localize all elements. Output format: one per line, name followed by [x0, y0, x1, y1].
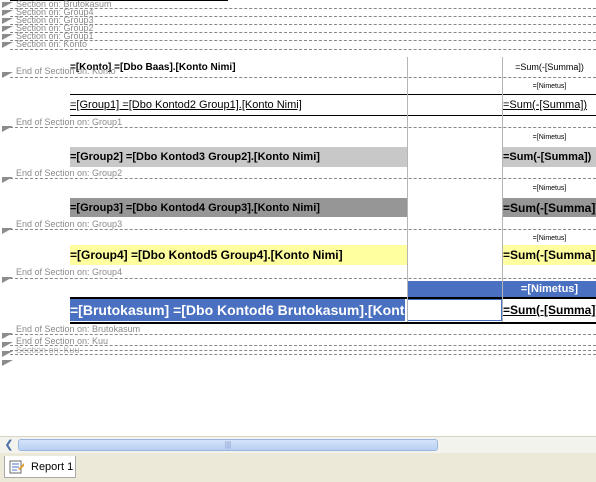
section-marker-icon[interactable] [2, 42, 13, 48]
report-design-area[interactable]: Section on: Brutokasum Section on: Group… [0, 0, 596, 436]
section-footer-group1[interactable]: End of Section on: Group1 [16, 118, 122, 127]
konto-field[interactable]: =[Konto] =[Dbo Baas].[Konto Nimi] [70, 57, 407, 77]
scrollbar-thumb[interactable]: ||| [18, 439, 438, 451]
scroll-left-icon[interactable]: ❮ [2, 438, 16, 452]
group2-sum-field[interactable]: =Sum(-[Summa]) [503, 147, 596, 167]
brutokasum-sum-field[interactable]: =Sum(-[Summa]) [503, 299, 596, 321]
section-separator [10, 49, 596, 50]
section-separator [10, 350, 596, 351]
brutokasum-label-row: =[Nimetus] [70, 281, 596, 297]
section-marker-icon[interactable] [2, 2, 13, 8]
brutokasum-field[interactable]: =[Brutokasum] =[Dbo Kontod6 Brutokasum].… [70, 299, 405, 321]
group3-field[interactable]: =[Group3] =[Dbo Kontod4 Group3].[Konto N… [70, 198, 407, 217]
empty-cell[interactable] [408, 57, 502, 77]
section-separator [10, 334, 596, 335]
tab-label: Report 1 [31, 460, 74, 473]
section-footer-group3[interactable]: End of Section on: Group3 [16, 220, 122, 229]
section-marker-icon[interactable] [2, 18, 13, 24]
band-border [70, 115, 596, 116]
group2-field[interactable]: =[Group2] =[Dbo Kontod3 Group2].[Konto N… [70, 147, 407, 167]
group3-nimetus-field[interactable]: =[Nimetus] [503, 181, 596, 195]
konto-band[interactable]: =[Konto] =[Dbo Baas].[Konto Nimi] =Sum(-… [70, 57, 596, 77]
empty-cell[interactable] [408, 198, 502, 217]
group4-label-row: =[Nimetus] [70, 231, 596, 245]
empty-cell[interactable] [408, 147, 502, 167]
section-marker-icon[interactable] [2, 26, 13, 32]
section-footer-konto[interactable]: End of Section on: Konto [16, 67, 116, 76]
section-separator [10, 278, 596, 279]
group1-band[interactable]: =[Group1] =[Dbo Kontod2 Group1].[Konto N… [70, 95, 596, 115]
group3-sum-field[interactable]: =Sum(-[Summa]) [503, 198, 596, 217]
group4-sum-field[interactable]: =Sum(-[Summa]) [503, 245, 596, 265]
section-separator [10, 16, 596, 17]
section-footer-group4[interactable]: End of Section on: Group4 [16, 268, 122, 277]
brutokasum-band[interactable]: =[Brutokasum] =[Dbo Kontod6 Brutokasum].… [70, 299, 596, 321]
group2-label-row: =[Nimetus] [70, 130, 596, 144]
group3-band[interactable]: =[Group3] =[Dbo Kontod4 Group3].[Konto N… [70, 198, 596, 217]
band-border [70, 322, 596, 324]
section-marker-icon[interactable] [2, 10, 13, 16]
empty-cell[interactable] [407, 281, 502, 297]
section-footer-brutokasum[interactable]: End of Section on: Brutokasum [16, 325, 140, 334]
column-guide [502, 57, 503, 322]
group1-nimetus-field[interactable]: =[Nimetus] [503, 79, 596, 93]
group2-nimetus-field[interactable]: =[Nimetus] [503, 130, 596, 144]
section-separator [10, 354, 596, 355]
konto-sum-field[interactable]: =Sum(-[Summa]) [503, 57, 596, 77]
section-separator [10, 24, 596, 25]
group1-sum-field[interactable]: =Sum(-[Summa]) [503, 95, 596, 115]
section-separator [10, 32, 596, 33]
section-separator [10, 229, 596, 230]
group2-band[interactable]: =[Group2] =[Dbo Kontod3 Group2].[Konto N… [70, 147, 596, 167]
group1-field[interactable]: =[Group1] =[Dbo Kontod2 Group1].[Konto N… [70, 95, 407, 115]
section-separator [10, 40, 596, 41]
section-separator [10, 77, 596, 78]
report-icon [9, 460, 25, 474]
empty-cell[interactable] [408, 245, 502, 265]
section-marker-icon[interactable] [2, 34, 13, 40]
column-guide [407, 57, 408, 322]
section-separator [10, 127, 596, 128]
section-header-konto[interactable]: Section on: Konto [16, 40, 87, 49]
empty-cell[interactable] [408, 95, 502, 115]
group4-nimetus-field[interactable]: =[Nimetus] [503, 231, 596, 245]
empty-cell[interactable] [407, 299, 502, 321]
section-separator [10, 8, 596, 9]
section-separator [10, 345, 596, 346]
group4-field[interactable]: =[Group4] =[Dbo Kontod5 Group4].[Konto N… [70, 245, 407, 265]
brutokasum-nimetus-field[interactable]: =[Nimetus] [503, 281, 596, 297]
group1-label-row: =[Nimetus] [70, 79, 596, 93]
section-footer-group2[interactable]: End of Section on: Group2 [16, 169, 122, 178]
group4-band[interactable]: =[Group4] =[Dbo Kontod5 Group4].[Konto N… [70, 245, 596, 265]
tab-report-1[interactable]: Report 1 [4, 456, 76, 478]
section-separator [10, 178, 596, 179]
section-marker-icon[interactable] [2, 360, 13, 366]
horizontal-scrollbar[interactable]: ❮ ||| [0, 436, 596, 453]
group3-label-row: =[Nimetus] [70, 181, 596, 195]
